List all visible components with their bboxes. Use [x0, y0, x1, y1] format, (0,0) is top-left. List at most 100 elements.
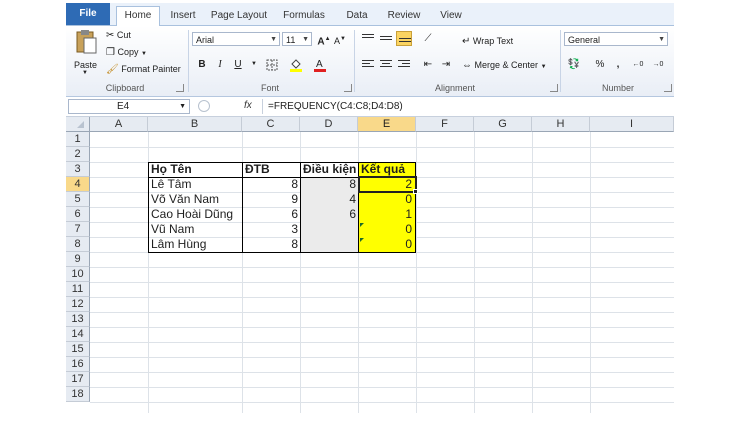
- format-painter-button[interactable]: 🖌 Format Painter: [106, 64, 181, 75]
- row-header[interactable]: 12: [66, 297, 90, 312]
- select-all-corner[interactable]: [66, 117, 90, 132]
- table-cell[interactable]: 6: [243, 207, 300, 222]
- table-cell[interactable]: Lê Tâm: [149, 177, 242, 192]
- table-cell[interactable]: 4: [301, 192, 358, 207]
- percent-button[interactable]: %: [592, 57, 608, 72]
- table-cell[interactable]: Lâm Hùng: [149, 237, 242, 252]
- table-cell[interactable]: 1: [359, 207, 416, 222]
- column-header-b[interactable]: B: [148, 117, 242, 132]
- table-header-name[interactable]: Họ Tên: [149, 162, 242, 177]
- align-center-icon[interactable]: [378, 57, 394, 72]
- row-header[interactable]: 11: [66, 282, 90, 297]
- underline-button[interactable]: U: [230, 57, 246, 72]
- comma-button[interactable]: ,: [610, 57, 626, 72]
- row-header[interactable]: 6: [66, 207, 90, 222]
- row-header[interactable]: 18: [66, 387, 90, 402]
- align-left-icon[interactable]: [360, 57, 376, 72]
- table-cell[interactable]: 0: [359, 237, 416, 252]
- column-header-d[interactable]: D: [300, 117, 358, 132]
- tab-data[interactable]: Data: [340, 7, 374, 25]
- tab-view[interactable]: View: [434, 7, 468, 25]
- clipboard-launcher-icon[interactable]: [176, 84, 184, 92]
- increase-indent-icon[interactable]: ⇥: [438, 57, 454, 72]
- row-header[interactable]: 2: [66, 147, 90, 162]
- row-header[interactable]: 7: [66, 222, 90, 237]
- font-name-combo[interactable]: Arial ▼: [192, 32, 280, 46]
- row-header[interactable]: 5: [66, 192, 90, 207]
- borders-icon[interactable]: [264, 57, 280, 72]
- row-header[interactable]: 14: [66, 327, 90, 342]
- shrink-font-icon[interactable]: A▼: [332, 32, 348, 47]
- table-cell[interactable]: 8: [301, 177, 358, 192]
- align-top-icon[interactable]: [360, 31, 376, 46]
- align-right-icon[interactable]: [396, 57, 412, 72]
- row-header[interactable]: 10: [66, 267, 90, 282]
- number-format-combo[interactable]: General ▼: [564, 32, 668, 46]
- tab-file[interactable]: File: [66, 3, 110, 25]
- row-header[interactable]: 4: [66, 177, 90, 192]
- tab-page-layout[interactable]: Page Layout: [208, 7, 270, 25]
- table-cell[interactable]: 9: [243, 192, 300, 207]
- table-cell[interactable]: 0: [359, 192, 416, 207]
- italic-button[interactable]: I: [212, 57, 228, 72]
- currency-icon[interactable]: 💱: [566, 57, 582, 72]
- merge-center-button[interactable]: ⇔ Merge & Center ▼: [462, 60, 547, 71]
- table-cell[interactable]: 3: [243, 222, 300, 237]
- table-header-score[interactable]: ĐTB: [243, 162, 300, 177]
- column-header-i[interactable]: I: [590, 117, 674, 132]
- name-box[interactable]: E4 ▼: [68, 99, 190, 114]
- paste-button[interactable]: Paste ▼: [72, 29, 100, 79]
- row-header[interactable]: 13: [66, 312, 90, 327]
- table-cell[interactable]: [301, 237, 358, 252]
- cut-button[interactable]: ✂ Cut: [106, 30, 131, 41]
- row-header[interactable]: 1: [66, 132, 90, 147]
- increase-decimal-icon[interactable]: ←0: [630, 57, 646, 72]
- table-cell[interactable]: Vũ Nam: [149, 222, 242, 237]
- orientation-icon[interactable]: ⟋: [420, 31, 436, 46]
- row-header[interactable]: 9: [66, 252, 90, 267]
- number-launcher-icon[interactable]: [664, 84, 672, 92]
- bold-button[interactable]: B: [194, 57, 210, 72]
- column-header-g[interactable]: G: [474, 117, 532, 132]
- fill-color-icon[interactable]: [288, 57, 304, 72]
- tab-home[interactable]: Home: [116, 6, 160, 27]
- insert-function-button[interactable]: fx: [244, 100, 252, 111]
- column-header-a[interactable]: A: [90, 117, 148, 132]
- table-cell[interactable]: 6: [301, 207, 358, 222]
- table-cell[interactable]: 0: [359, 222, 416, 237]
- row-header[interactable]: 3: [66, 162, 90, 177]
- table-cell[interactable]: [301, 222, 358, 237]
- table-cell[interactable]: Cao Hoài Dũng: [149, 207, 242, 222]
- row-header[interactable]: 17: [66, 372, 90, 387]
- align-bottom-icon[interactable]: [396, 31, 412, 46]
- decrease-indent-icon[interactable]: ⇤: [420, 57, 436, 72]
- tab-insert[interactable]: Insert: [164, 7, 202, 25]
- column-header-f[interactable]: F: [416, 117, 474, 132]
- column-header-e[interactable]: E: [358, 117, 416, 132]
- format-painter-label: Format Painter: [121, 64, 181, 74]
- grow-font-icon[interactable]: A▲: [316, 32, 332, 47]
- table-cell[interactable]: Võ Văn Nam: [149, 192, 242, 207]
- table-cell[interactable]: 8: [243, 177, 300, 192]
- formula-input[interactable]: =FREQUENCY(C4:C8;D4:D8): [262, 99, 674, 114]
- align-middle-icon[interactable]: [378, 31, 394, 46]
- tab-review[interactable]: Review: [384, 7, 424, 25]
- table-header-result[interactable]: Kết quả: [359, 162, 416, 177]
- row-header[interactable]: 8: [66, 237, 90, 252]
- row-header[interactable]: 16: [66, 357, 90, 372]
- table-header-condition[interactable]: Điều kiện: [301, 162, 358, 177]
- decrease-decimal-icon[interactable]: →0: [650, 57, 666, 72]
- copy-button[interactable]: ❐ Copy ▼: [106, 47, 147, 58]
- row-header[interactable]: 15: [66, 342, 90, 357]
- alignment-launcher-icon[interactable]: [550, 84, 558, 92]
- wrap-text-button[interactable]: ↵ Wrap Text: [462, 36, 513, 47]
- table-cell[interactable]: 2: [359, 177, 416, 192]
- font-color-icon[interactable]: A: [312, 57, 328, 72]
- column-header-h[interactable]: H: [532, 117, 590, 132]
- chevron-down-icon[interactable]: ▼: [246, 57, 262, 72]
- column-header-c[interactable]: C: [242, 117, 300, 132]
- font-launcher-icon[interactable]: [344, 84, 352, 92]
- table-cell[interactable]: 8: [243, 237, 300, 252]
- font-size-combo[interactable]: 11 ▼: [282, 32, 312, 46]
- tab-formulas[interactable]: Formulas: [280, 7, 328, 25]
